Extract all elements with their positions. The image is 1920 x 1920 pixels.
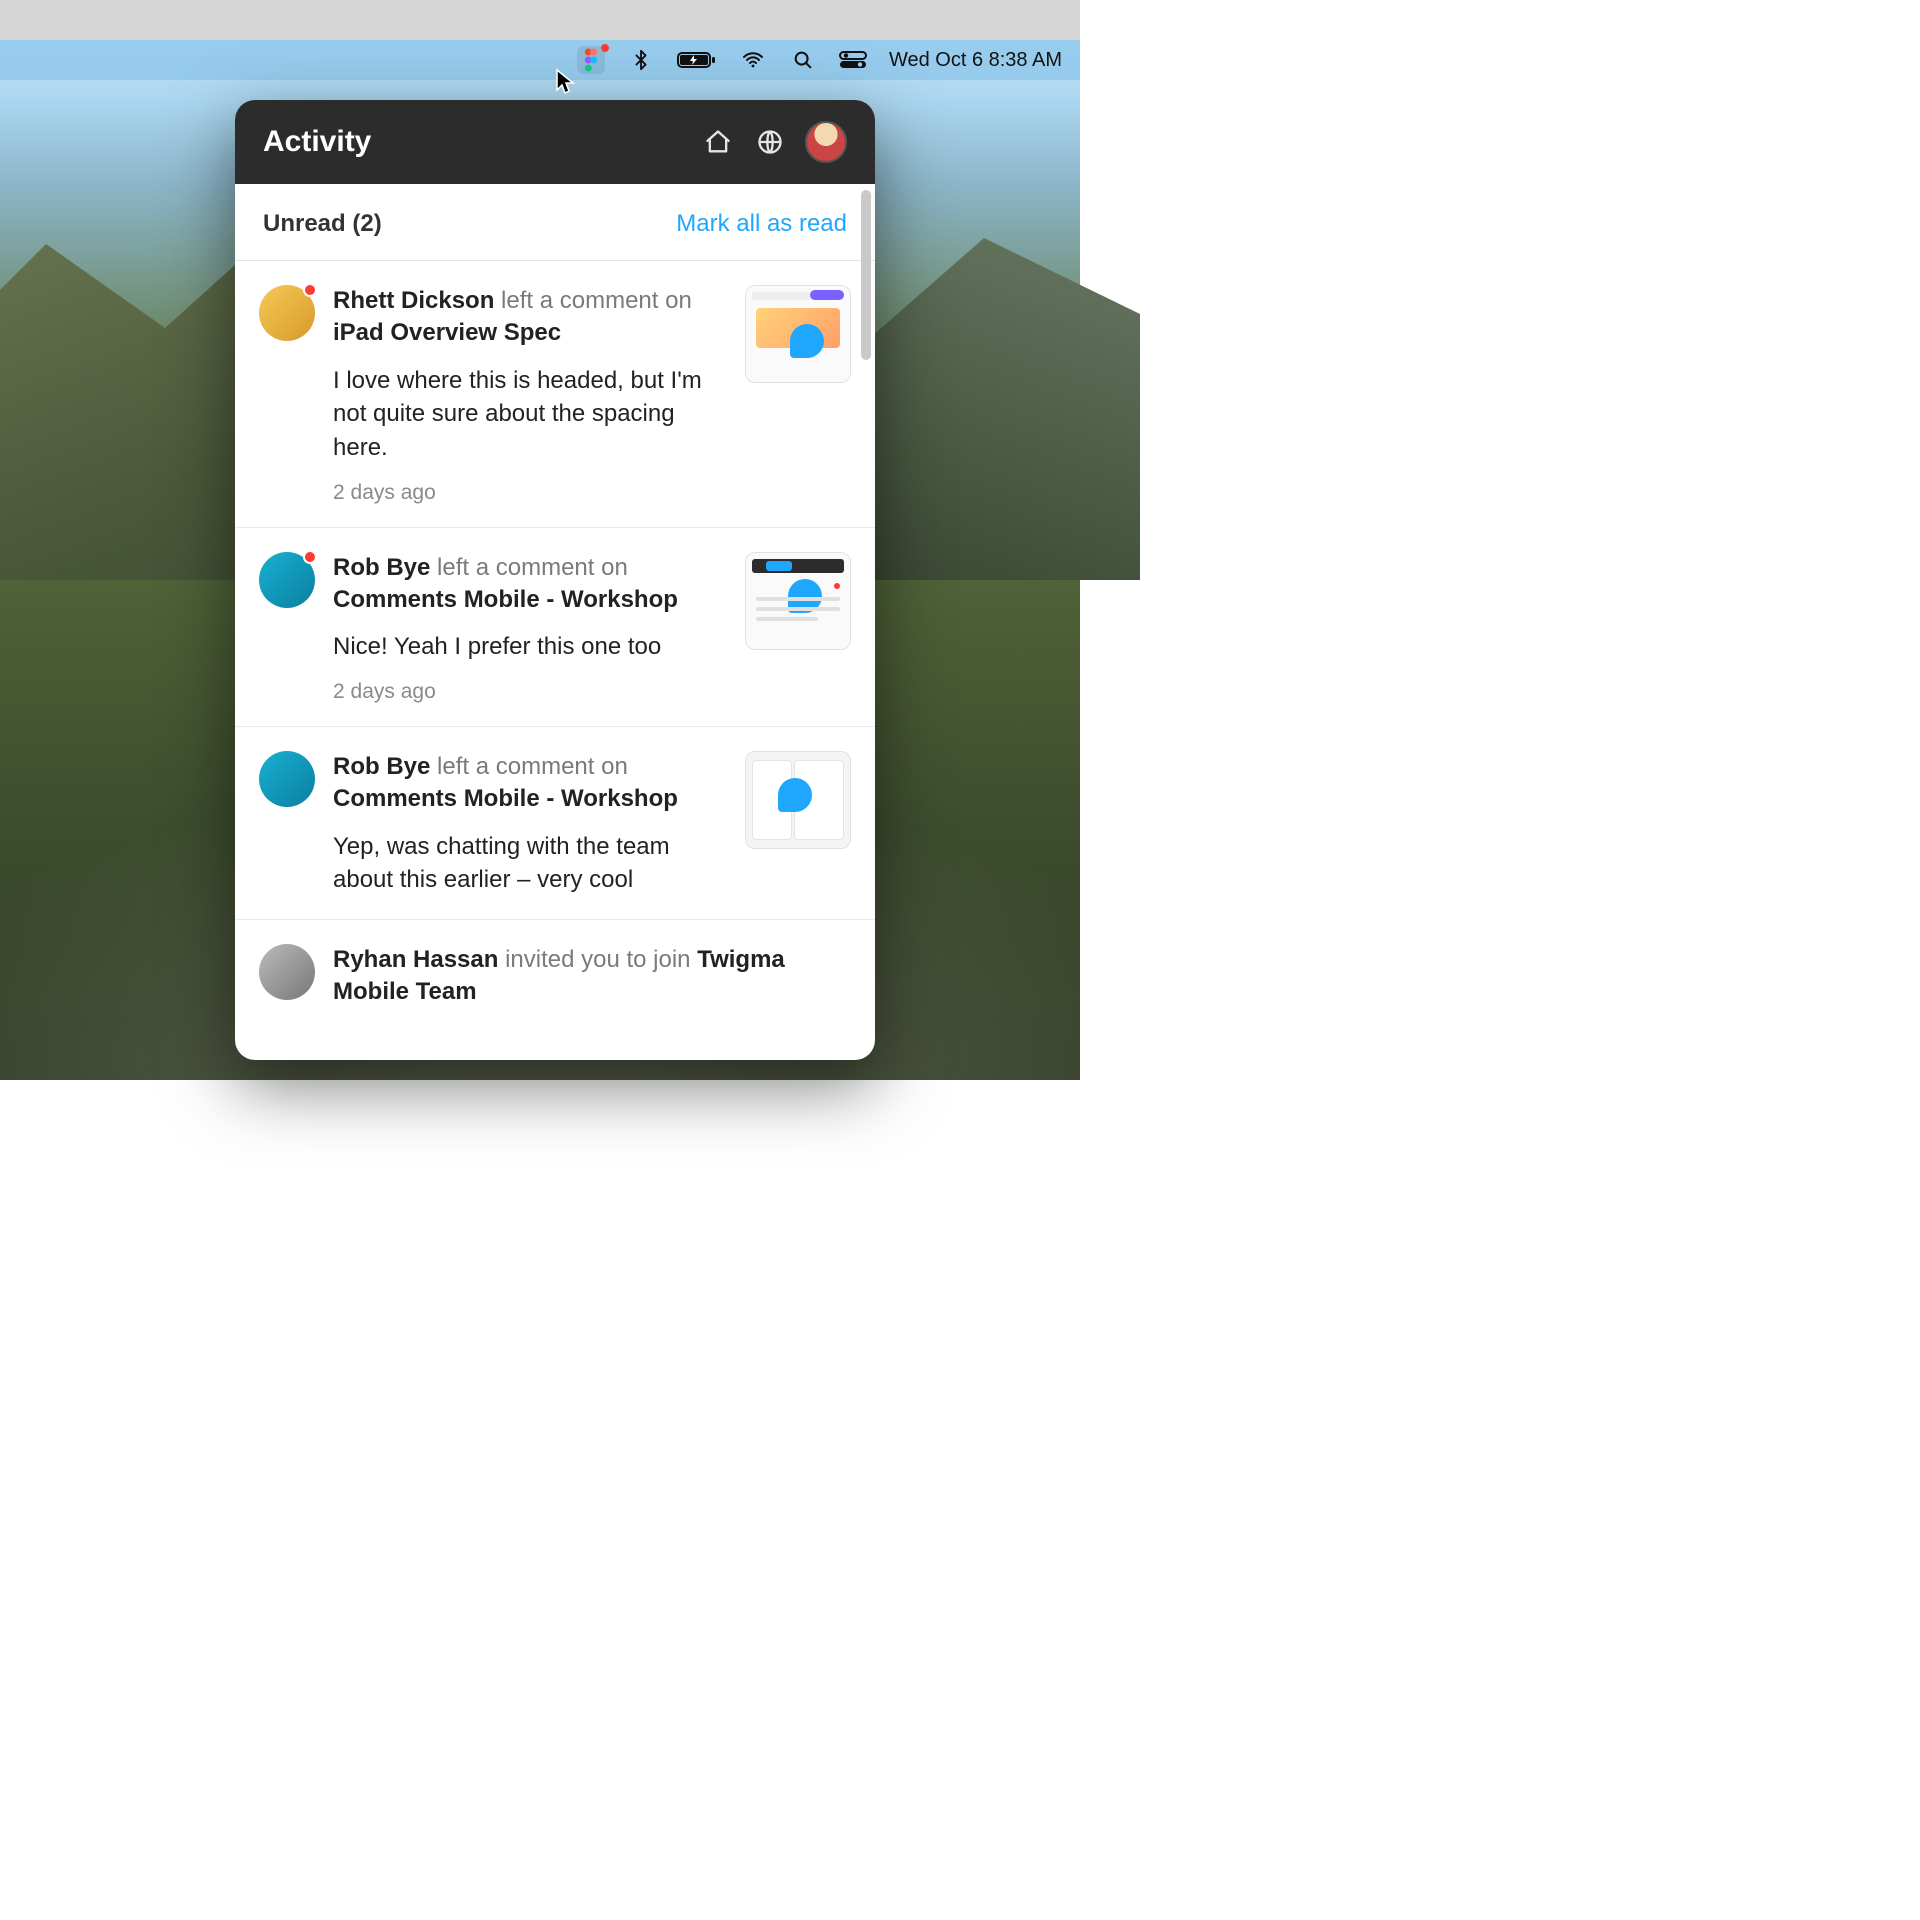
comment-text: I love where this is headed, but I'm not… <box>333 364 727 465</box>
notification-body: Ryhan Hassan invited you to join Twigma … <box>333 944 851 1009</box>
author-avatar <box>259 751 315 807</box>
author-avatar <box>259 944 315 1000</box>
author-name: Rob Bye <box>333 554 430 581</box>
avatar-wrap <box>259 751 315 897</box>
action-text: left a comment on <box>437 753 628 780</box>
home-button[interactable] <box>701 125 735 159</box>
avatar-wrap <box>259 552 315 704</box>
file-thumbnail <box>745 552 851 650</box>
avatar-wrap <box>259 944 315 1009</box>
notification-body: Rob Bye left a comment on Comments Mobil… <box>333 751 727 897</box>
notification-dot-icon <box>601 44 609 52</box>
notification-headline: Rhett Dickson left a comment on iPad Ove… <box>333 285 727 350</box>
file-thumbnail <box>745 285 851 383</box>
notification-item[interactable]: Rob Bye left a comment on Comments Mobil… <box>235 727 875 920</box>
notification-body: Rob Bye left a comment on Comments Mobil… <box>333 552 727 704</box>
file-thumbnail <box>745 751 851 849</box>
control-center-icon[interactable] <box>839 46 867 74</box>
popover-title: Activity <box>263 125 683 159</box>
notification-headline: Rob Bye left a comment on Comments Mobil… <box>333 751 727 816</box>
bluetooth-icon[interactable] <box>627 46 655 74</box>
file-name: iPad Overview Spec <box>333 319 561 346</box>
scrollbar-thumb[interactable] <box>861 190 871 360</box>
activity-popover: Activity Unread (2) Mark all as read <box>235 100 875 1060</box>
author-name: Rob Bye <box>333 753 430 780</box>
comment-text: Nice! Yeah I prefer this one too <box>333 630 727 664</box>
figma-menubar-icon[interactable] <box>577 46 605 74</box>
user-avatar[interactable] <box>805 121 847 163</box>
file-name: Comments Mobile - Workshop <box>333 586 678 613</box>
action-text: left a comment on <box>437 554 628 581</box>
battery-charging-icon[interactable] <box>677 46 717 74</box>
unread-dot-icon <box>303 283 317 297</box>
spotlight-search-icon[interactable] <box>789 46 817 74</box>
macos-menubar: Wed Oct 6 8:38 AM <box>0 40 1080 80</box>
comment-text: Yep, was chatting with the team about th… <box>333 830 727 897</box>
globe-button[interactable] <box>753 125 787 159</box>
author-name: Ryhan Hassan <box>333 946 498 973</box>
timestamp: 2 days ago <box>333 680 727 704</box>
menubar-clock[interactable]: Wed Oct 6 8:38 AM <box>889 49 1062 72</box>
notification-item[interactable]: Rob Bye left a comment on Comments Mobil… <box>235 528 875 727</box>
file-name: Comments Mobile - Workshop <box>333 785 678 812</box>
notification-scroll-area: Unread (2) Mark all as read Rhett Dickso… <box>235 184 875 1060</box>
notification-headline: Rob Bye left a comment on Comments Mobil… <box>333 552 727 617</box>
timestamp: 2 days ago <box>333 481 727 505</box>
action-text: left a comment on <box>501 287 692 314</box>
window-chrome-strip <box>0 0 1080 40</box>
author-name: Rhett Dickson <box>333 287 494 314</box>
action-text: invited you to join <box>505 946 690 973</box>
unread-subheader: Unread (2) Mark all as read <box>235 184 875 261</box>
avatar-wrap <box>259 285 315 505</box>
unread-dot-icon <box>303 550 317 564</box>
mark-all-read-button[interactable]: Mark all as read <box>676 210 847 238</box>
notification-body: Rhett Dickson left a comment on iPad Ove… <box>333 285 727 505</box>
mouse-cursor-icon <box>555 68 575 96</box>
unread-count-label: Unread (2) <box>263 210 676 238</box>
notification-item[interactable]: Rhett Dickson left a comment on iPad Ove… <box>235 261 875 528</box>
notification-item[interactable]: Ryhan Hassan invited you to join Twigma … <box>235 920 875 1031</box>
notification-headline: Ryhan Hassan invited you to join Twigma … <box>333 944 851 1009</box>
popover-header: Activity <box>235 100 875 184</box>
wifi-icon[interactable] <box>739 46 767 74</box>
